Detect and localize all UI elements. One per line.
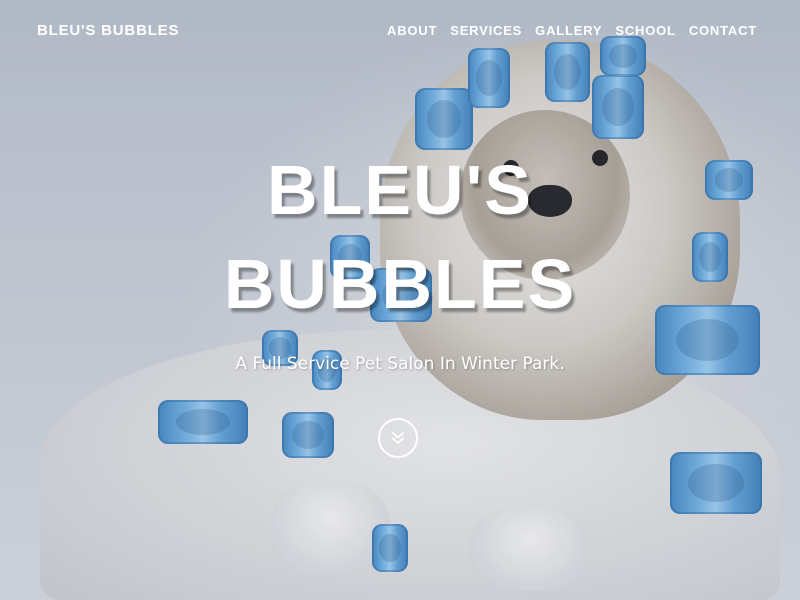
scroll-down-button[interactable]	[378, 418, 418, 458]
nav-link-gallery[interactable]: GALLERY	[535, 23, 602, 38]
chevron-double-down-icon	[391, 431, 405, 445]
hero-title: BLEU'S BUBBLES	[0, 143, 800, 331]
hero-subtitle: A Full Service Pet Salon In Winter Park.	[235, 354, 565, 374]
brand-logo-link[interactable]: BLEU'S BUBBLES	[37, 22, 179, 39]
main-nav: ABOUT SERVICES GALLERY SCHOOL CONTACT	[387, 23, 757, 38]
nav-link-contact[interactable]: CONTACT	[689, 23, 757, 38]
nav-link-school[interactable]: SCHOOL	[615, 23, 675, 38]
nav-link-about[interactable]: ABOUT	[387, 23, 437, 38]
hero-title-line-2: BUBBLES	[223, 245, 577, 323]
nav-link-services[interactable]: SERVICES	[450, 23, 522, 38]
hero-title-line-1: BLEU'S	[267, 151, 533, 229]
